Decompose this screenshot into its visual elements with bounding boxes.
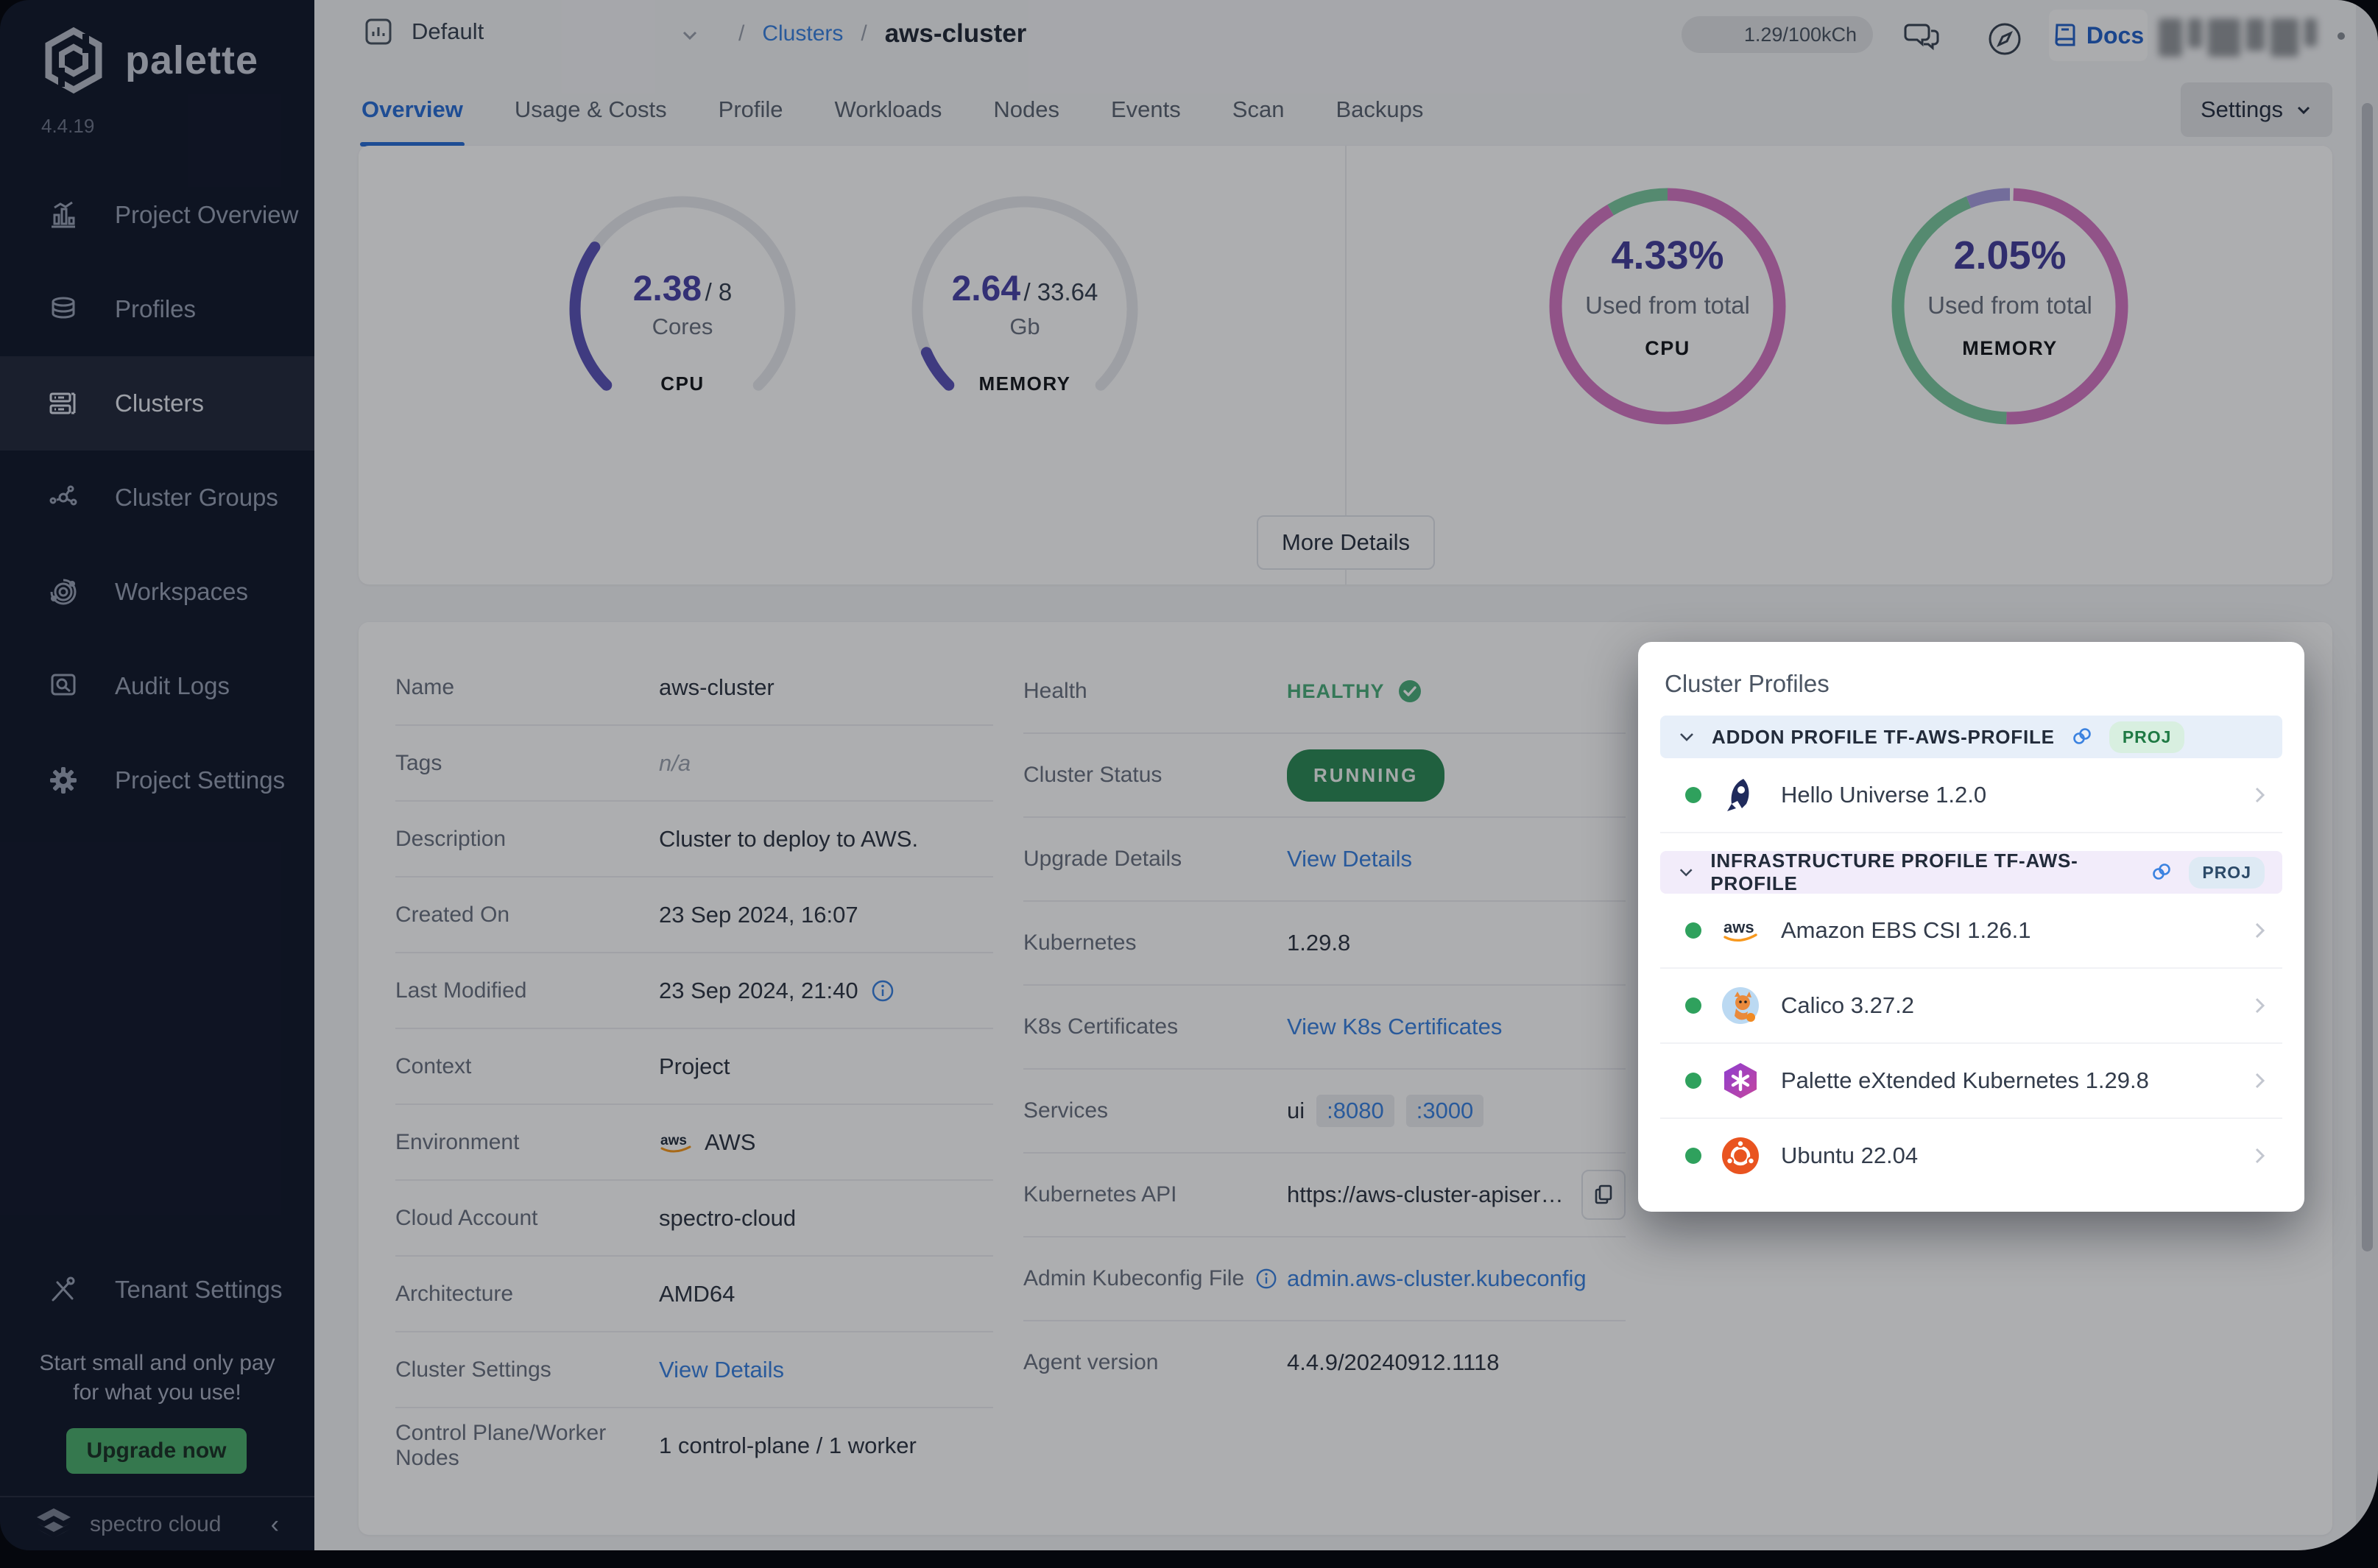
infrastructure-profile-header[interactable]: INFRASTRUCTURE PROFILE TF-AWS-PROFILE PR… [1660, 851, 2282, 894]
chevron-right-icon[interactable] [2250, 785, 2269, 805]
pack-status-dot [1685, 1148, 1701, 1164]
chevron-right-icon[interactable] [2250, 996, 2269, 1015]
profile-pack-row[interactable]: aws Amazon EBS CSI 1.26.1 [1660, 894, 2282, 969]
chevron-down-icon [1678, 864, 1694, 881]
pack-status-dot [1685, 787, 1701, 803]
aws-icon: aws [1721, 911, 1760, 950]
scope-badge: PROJ [2189, 857, 2265, 889]
cluster-profiles-panel: Cluster Profiles ADDON PROFILE TF-AWS-PR… [1638, 642, 2304, 1212]
link-icon [2071, 726, 2093, 748]
scope-badge: PROJ [2109, 721, 2185, 753]
pack-status-dot [1685, 1073, 1701, 1089]
chevron-right-icon[interactable] [2250, 921, 2269, 940]
pxk-icon [1721, 1061, 1760, 1101]
addon-profile-header[interactable]: ADDON PROFILE TF-AWS-PROFILE PROJ [1660, 716, 2282, 758]
pack-status-dot [1685, 922, 1701, 939]
chevron-right-icon[interactable] [2250, 1146, 2269, 1165]
link-icon [2151, 861, 2173, 883]
pack-status-dot [1685, 997, 1701, 1014]
svg-text:aws: aws [1723, 918, 1754, 936]
profile-pack-row[interactable]: Hello Universe 1.2.0 [1660, 758, 2282, 833]
app-window: palette 4.4.19 Project Overview Profiles [0, 0, 2378, 1568]
profile-pack-row[interactable]: Palette eXtended Kubernetes 1.29.8 [1660, 1044, 2282, 1119]
chevron-down-icon [1678, 728, 1696, 746]
profile-pack-row[interactable]: Ubuntu 22.04 [1660, 1119, 2282, 1193]
chevron-right-icon[interactable] [2250, 1071, 2269, 1090]
panel-title: Cluster Profiles [1665, 670, 2282, 698]
ubuntu-icon [1721, 1136, 1760, 1176]
hello-universe-icon [1721, 775, 1760, 815]
calico-icon [1721, 986, 1760, 1025]
profile-pack-row[interactable]: Calico 3.27.2 [1660, 969, 2282, 1044]
